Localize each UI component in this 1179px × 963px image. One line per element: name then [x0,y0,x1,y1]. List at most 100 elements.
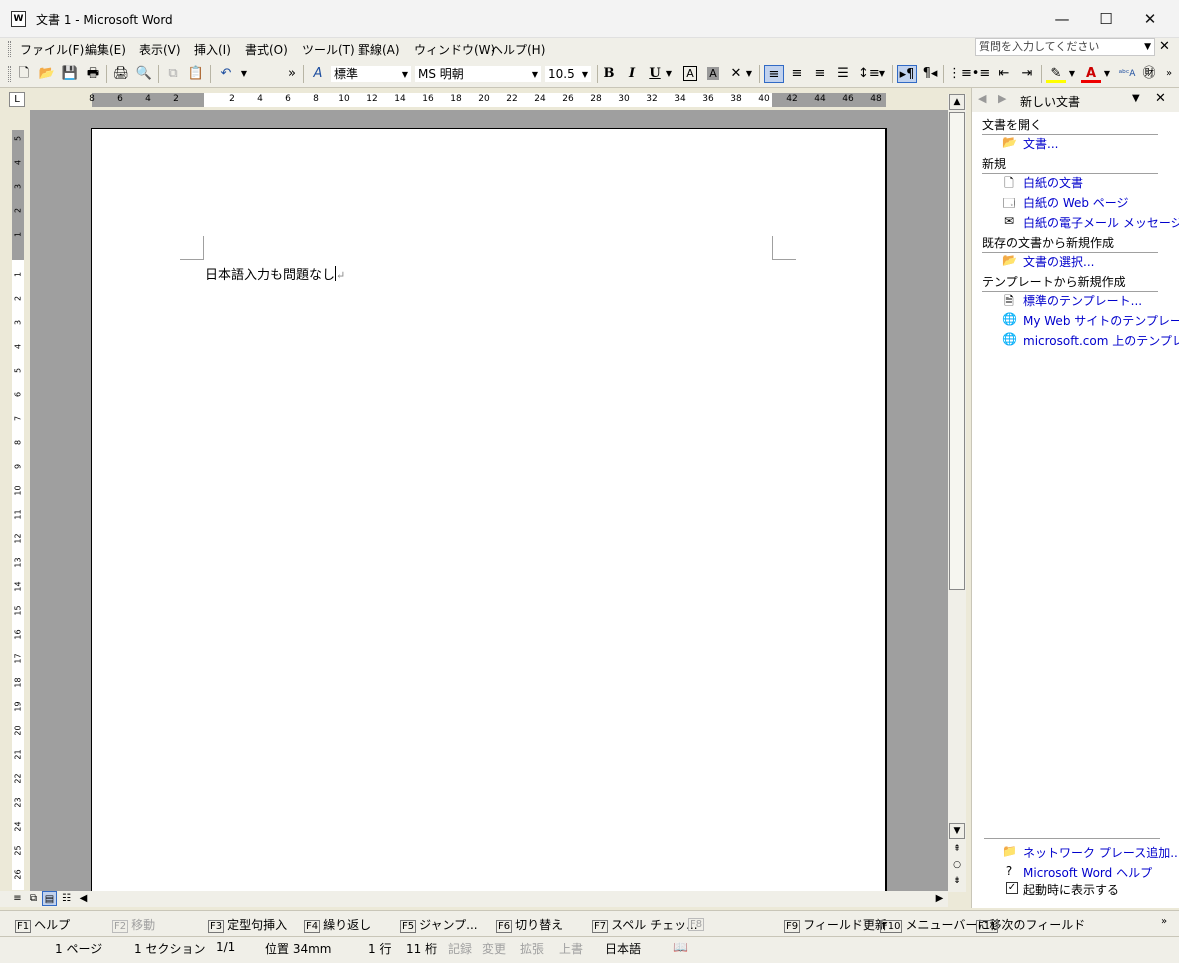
blank-document-link[interactable]: 白紙の文書 [1023,174,1083,191]
font-size-select[interactable]: 10.5 ▼ [544,65,592,83]
fkey-f5[interactable]: F5 ジャンプ... [400,916,478,933]
fkey-f3[interactable]: F3 定型句挿入 [208,916,287,933]
menu-window[interactable]: ウィンドウ(W) [414,41,495,58]
my-web-template-link[interactable]: My Web サイトのテンプレート... [1023,312,1179,329]
print-preview-icon[interactable]: 🔍 [134,65,154,83]
char-border-icon[interactable]: A [680,65,700,83]
maximize-button[interactable]: ☐ [1084,0,1128,38]
fkey-f6[interactable]: F6 切り替え [496,916,563,933]
bullets-icon[interactable]: •≡ [971,65,991,83]
add-network-place-link[interactable]: ネットワーク プレース追加... [1023,844,1179,861]
scroll-down-icon[interactable]: ▼ [949,823,965,839]
save-icon[interactable]: 💾 [60,65,80,83]
underline-button[interactable]: U [645,65,665,83]
toolbar-grip[interactable] [8,41,11,57]
tab-selector[interactable]: L [9,92,25,107]
menu-help[interactable]: ヘルプ(H) [491,41,545,58]
blank-web-page-link[interactable]: 白紙の Web ページ [1023,194,1129,211]
document-body-text[interactable]: 日本語入力も問題なし↵ [205,264,345,283]
previous-page-icon[interactable]: ⇞ [949,842,965,858]
status-ovr[interactable]: 上書 [559,940,583,957]
line-spacing-icon[interactable]: ↕≡ [858,65,880,83]
browse-object-icon[interactable]: ○ [949,858,965,874]
highlight-dropdown-icon[interactable]: ▼ [1066,65,1078,83]
scroll-up-icon[interactable]: ▲ [949,94,965,110]
styles-formatting-icon[interactable]: A [308,65,328,83]
next-page-icon[interactable]: ⇟ [949,874,965,890]
phonetic-guide-icon[interactable]: ᵃᵇᶜA [1117,65,1137,83]
task-pane-menu-icon[interactable]: ▼ [1132,93,1140,104]
copy-icon[interactable]: ⧉ [163,65,183,83]
paste-icon[interactable]: 📋 [186,65,206,83]
ltr-icon[interactable]: ▸¶ [897,65,917,83]
task-pane-close-icon[interactable]: ✕ [1155,91,1166,106]
italic-button[interactable]: I [622,65,642,83]
fkey-f8[interactable]: F8 [688,916,707,931]
word-help-link[interactable]: Microsoft Word ヘルプ [1023,864,1152,881]
status-ext[interactable]: 拡張 [520,940,544,957]
open-folder-icon[interactable]: 📂 [37,65,57,83]
toolbar-grip[interactable] [8,66,11,82]
fkey-f2[interactable]: F2 移動 [112,916,155,933]
outline-view-icon[interactable]: ☷ [59,891,74,906]
rtl-icon[interactable]: ¶◂ [920,65,940,83]
fkey-f7[interactable]: F7 スペル チェッ... [592,916,698,933]
highlight-icon[interactable]: ✎ [1046,65,1066,83]
underline-dropdown-icon[interactable]: ▼ [663,65,675,83]
spelling-status-icon[interactable]: 📖 [673,940,688,954]
web-layout-icon[interactable]: ⧉ [26,891,41,906]
forward-arrow-icon[interactable]: ▶ [998,92,1006,105]
undo-dropdown-icon[interactable]: ▼ [234,65,254,83]
menu-file[interactable]: ファイル(F) [20,41,84,58]
vertical-scrollbar[interactable]: ▲ ▼ ⇞ ○ ⇟ [948,94,966,892]
chevron-down-icon[interactable]: ▼ [1144,39,1151,55]
close-button[interactable]: ✕ [1128,0,1172,38]
new-document-icon[interactable]: 🗋 [14,65,34,83]
open-document-link[interactable]: 文書... [1023,135,1058,152]
horizontal-scrollbar[interactable]: ≡ ⧉ ▤ ☷ ◀ ▶ [0,891,948,907]
line-spacing-dropdown-icon[interactable]: ▼ [876,65,888,83]
menu-view[interactable]: 表示(V) [139,41,181,58]
chevron-down-icon[interactable]: ▼ [582,66,588,83]
menu-table[interactable]: 罫線(A) [358,41,400,58]
align-center-icon[interactable]: ≡ [787,65,807,83]
word-app-icon[interactable]: W [11,11,26,27]
distributed-icon[interactable]: ☰ [833,65,853,83]
back-arrow-icon[interactable]: ◀ [978,92,986,105]
align-right-icon[interactable]: ≡ [810,65,830,83]
decrease-indent-icon[interactable]: ⇤ [994,65,1014,83]
menu-format[interactable]: 書式(O) [245,41,288,58]
normal-view-icon[interactable]: ≡ [10,891,25,906]
document-page[interactable]: 日本語入力も問題なし↵ [91,128,887,898]
standard-template-link[interactable]: 標準のテンプレート... [1023,292,1142,309]
ask-question-input[interactable]: 質問を入力してください ▼ [975,38,1155,56]
fkey-f11[interactable]: F11 次のフィールド [976,916,1085,933]
style-select[interactable]: 標準 ▼ [330,65,412,83]
close-document-icon[interactable]: ✕ [1159,39,1170,54]
vertical-ruler[interactable]: 5 4 3 2 1 1 2 3 4 5 6 7 8 9 10 11 12 13 14 15 16 17 18 19 20 21 22… [12,130,24,890]
scroll-thumb[interactable] [949,112,965,590]
fkey-f4[interactable]: F4 繰り返し [304,916,371,933]
microsoft-template-link[interactable]: microsoft.com 上のテンプレート [1023,332,1179,349]
numbering-icon[interactable]: ⋮≡ [948,65,972,83]
bold-button[interactable]: B [599,65,619,83]
document-area[interactable]: 日本語入力も問題なし↵ [30,110,948,898]
menu-tools[interactable]: ツール(T) [302,41,355,58]
menu-insert[interactable]: 挿入(I) [194,41,231,58]
justify-icon[interactable]: ≡ [764,65,784,83]
toolbar-overflow-icon[interactable]: » [1159,65,1179,83]
minimize-button[interactable]: — [1040,0,1084,38]
scroll-left-icon[interactable]: ◀ [76,891,91,906]
status-rec[interactable]: 記録 [448,940,472,957]
chevron-down-icon[interactable]: ▼ [532,66,538,83]
fkey-overflow-icon[interactable]: » [1161,916,1167,927]
show-on-startup-checkbox[interactable]: ✓ [1006,882,1018,894]
blank-email-link[interactable]: 白紙の電子メール メッセージ [1023,214,1179,231]
print-layout-icon[interactable]: ▤ [42,891,57,906]
horizontal-ruler[interactable]: 8 6 4 2 2 4 6 8 10 12 14 16 18 20 22 24 26 28 30 32 34 36 38 40… [89,93,886,107]
char-shading-icon[interactable]: A [703,65,723,83]
fkey-f1[interactable]: F1 ヘルプ [15,916,70,933]
font-color-icon[interactable]: A [1081,65,1101,83]
increase-indent-icon[interactable]: ⇥ [1017,65,1037,83]
undo-icon[interactable]: ↶ [216,65,236,83]
